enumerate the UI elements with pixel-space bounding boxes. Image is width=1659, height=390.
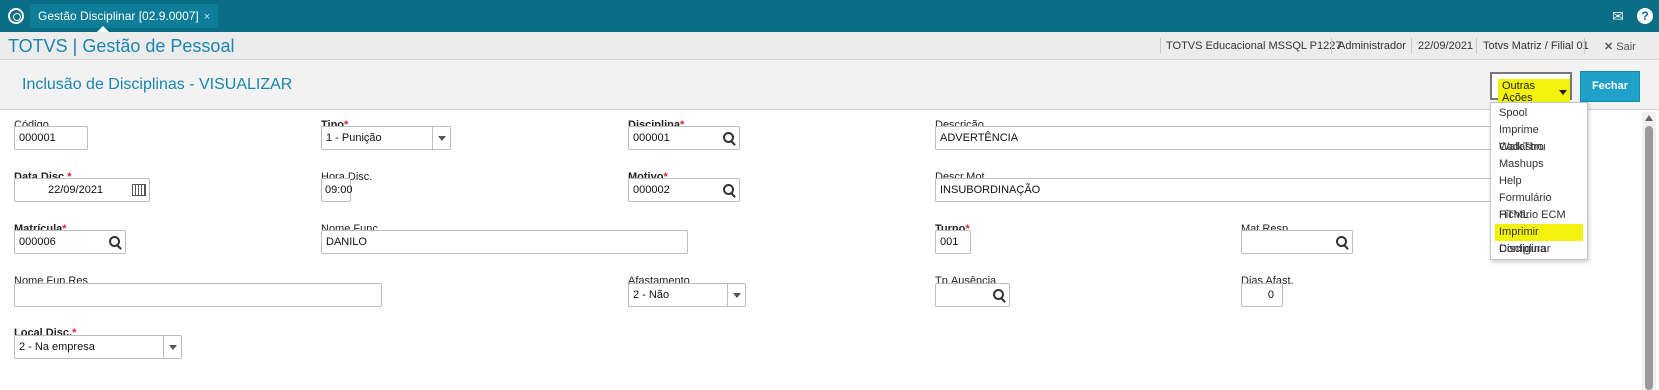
divider bbox=[1584, 38, 1585, 54]
scrollbar-thumb[interactable] bbox=[1645, 126, 1653, 390]
tab-label: Gestão Disciplinar [02.9.0007] bbox=[38, 9, 199, 23]
disciplina-field[interactable]: 000001 bbox=[628, 126, 740, 150]
nome-func-field[interactable]: DANILO bbox=[321, 230, 688, 254]
codigo-field[interactable]: 000001 bbox=[14, 126, 88, 150]
divider bbox=[1476, 38, 1477, 54]
scroll-up-icon[interactable] bbox=[1645, 115, 1653, 121]
local-disc-select[interactable]: 2 - Na empresa bbox=[14, 335, 182, 359]
tab-gestao-disciplinar[interactable]: Gestão Disciplinar [02.9.0007] × bbox=[30, 4, 219, 28]
dias-afast-field[interactable]: 0 bbox=[1241, 283, 1283, 307]
user-label: Administrador bbox=[1338, 40, 1406, 52]
menu-item-spool[interactable]: Spool bbox=[1495, 105, 1583, 122]
page-title-bar: Inclusão de Disciplinas - VISUALIZAR bbox=[0, 60, 1659, 110]
afastamento-select[interactable]: 2 - Não bbox=[628, 283, 746, 307]
menu-item-configurar[interactable]: Configurar bbox=[1495, 241, 1583, 258]
hora-disc-field[interactable]: 09:00 bbox=[321, 178, 353, 202]
chevron-down-icon bbox=[1559, 90, 1567, 95]
search-icon[interactable] bbox=[109, 236, 123, 250]
branch-label: Totvs Matriz / Filial 01 bbox=[1483, 40, 1589, 52]
vertical-scrollbar[interactable] bbox=[1642, 112, 1656, 390]
menu-item-help[interactable]: Help bbox=[1495, 173, 1583, 190]
tipo-select[interactable]: 1 - Punição bbox=[321, 126, 451, 150]
calendar-icon[interactable] bbox=[132, 184, 146, 196]
search-icon[interactable] bbox=[993, 289, 1007, 303]
divider bbox=[1331, 38, 1332, 54]
tp-ausencia-field[interactable] bbox=[935, 283, 1010, 307]
chevron-down-icon[interactable] bbox=[163, 336, 181, 358]
menu-item-mashups[interactable]: Mashups bbox=[1495, 156, 1583, 173]
divider bbox=[1160, 38, 1161, 54]
descr-mot-field[interactable]: INSUBORDINAÇÃO bbox=[935, 178, 1533, 202]
matricula-field[interactable]: 000006 bbox=[14, 230, 126, 254]
fechar-button[interactable]: Fechar bbox=[1580, 71, 1640, 102]
menu-item-walkthru[interactable]: WalkThru bbox=[1495, 139, 1583, 156]
divider bbox=[1411, 38, 1412, 54]
menu-item-imprimir-disciplina[interactable]: Imprimir Disciplina bbox=[1495, 224, 1583, 255]
page-title: Inclusão de Disciplinas - VISUALIZAR bbox=[22, 76, 293, 93]
outras-acoes-button[interactable]: Outras Ações bbox=[1490, 72, 1572, 105]
mail-icon[interactable]: ✉ bbox=[1610, 8, 1626, 24]
chevron-down-icon[interactable] bbox=[432, 127, 450, 149]
exit-button[interactable]: ✕ Sair bbox=[1604, 40, 1636, 53]
chevron-down-icon[interactable] bbox=[727, 284, 745, 306]
app-header: TOTVS | Gestão de Pessoal TOTVS Educacio… bbox=[0, 32, 1659, 60]
tab-close-icon[interactable]: × bbox=[204, 11, 210, 23]
totvs-logo-icon[interactable] bbox=[8, 8, 24, 24]
brand-title: TOTVS | Gestão de Pessoal bbox=[8, 36, 235, 56]
close-icon: ✕ bbox=[1604, 41, 1614, 53]
environment-label: TOTVS Educacional MSSQL P1227 bbox=[1166, 40, 1342, 52]
menu-item-formulario-html[interactable]: Formulário HTML bbox=[1495, 190, 1583, 221]
outras-acoes-menu: Spool Imprime Cadastro WalkThru Mashups … bbox=[1490, 102, 1588, 260]
search-icon[interactable] bbox=[723, 184, 737, 198]
search-icon[interactable] bbox=[723, 132, 737, 146]
motivo-field[interactable]: 000002 bbox=[628, 178, 740, 202]
search-icon[interactable] bbox=[1336, 236, 1350, 250]
turno-field[interactable]: 001 bbox=[935, 230, 971, 254]
menu-item-imprime-cadastro[interactable]: Imprime Cadastro bbox=[1495, 122, 1583, 153]
mat-resp-field[interactable] bbox=[1241, 230, 1353, 254]
nome-fun-res-field[interactable] bbox=[14, 283, 382, 307]
menu-item-fichario-ecm[interactable]: Fichário ECM bbox=[1495, 207, 1583, 224]
exit-label: Sair bbox=[1616, 41, 1636, 53]
data-disc-field[interactable]: 22/09/2021 bbox=[14, 178, 150, 202]
help-icon[interactable]: ? bbox=[1637, 8, 1653, 24]
date-label: 22/09/2021 bbox=[1418, 40, 1474, 52]
top-bar: Gestão Disciplinar [02.9.0007] × ✉ ? bbox=[0, 0, 1659, 32]
descricao-field[interactable]: ADVERTÊNCIA bbox=[935, 126, 1533, 150]
